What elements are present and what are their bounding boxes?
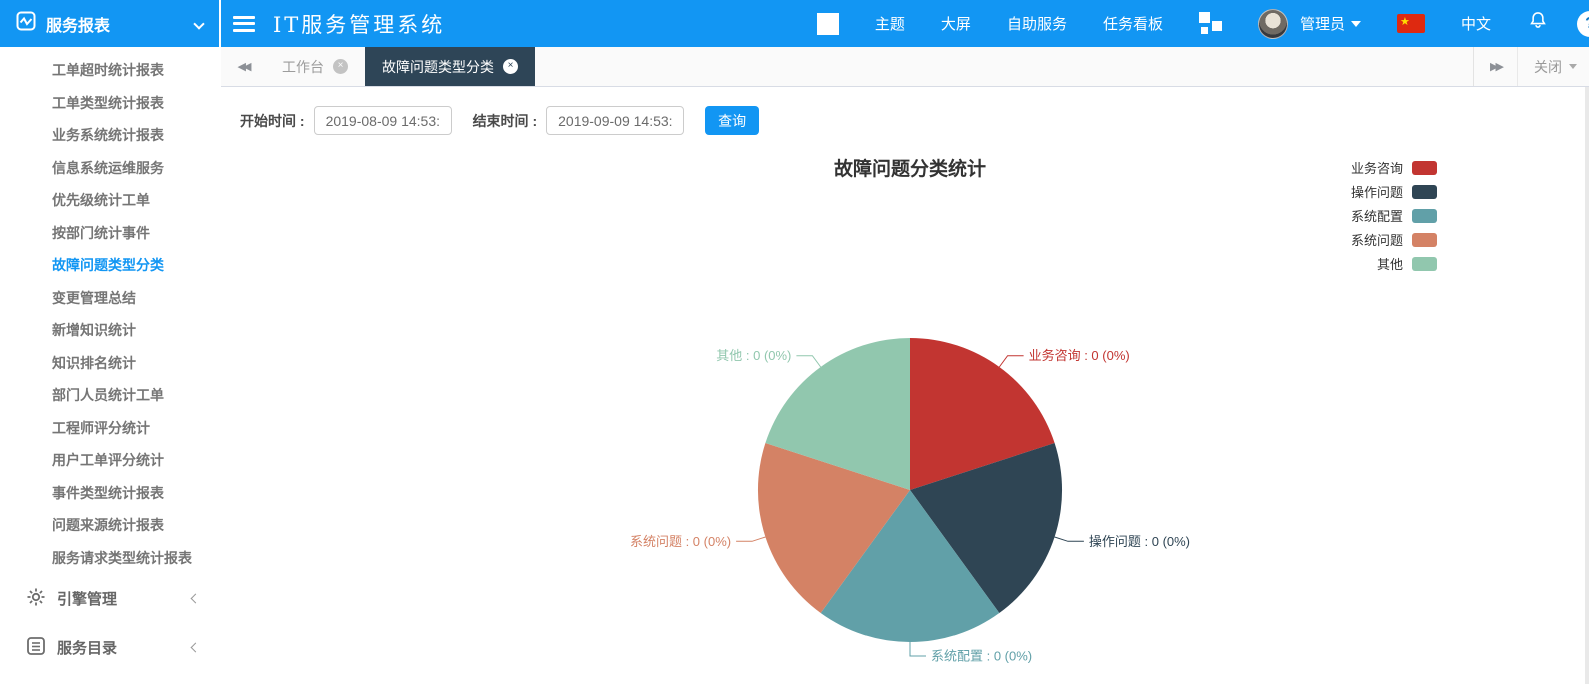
hamburger-menu-icon[interactable] (233, 16, 255, 32)
sidebar-section-label: 引擎管理 (57, 588, 181, 609)
theme-color-swatch[interactable] (817, 13, 839, 35)
tab-close-icon[interactable]: × (333, 59, 348, 74)
nav-item-bigscreen[interactable]: 大屏 (941, 13, 971, 34)
sidebar-item[interactable]: 服务请求类型统计报表 (0, 542, 219, 575)
sidebar-item[interactable]: 信息系统运维服务 (0, 152, 219, 185)
date-filter-bar: 开始时间 : 结束时间 : 查询 (240, 106, 759, 135)
sidebar-item[interactable]: 工单超时统计报表 (0, 54, 219, 87)
sidebar-item[interactable]: 工单类型统计报表 (0, 87, 219, 120)
pie-label: 系统配置 : 0 (0%) (931, 649, 1032, 664)
sidebar-item[interactable]: 业务系统统计报表 (0, 119, 219, 152)
tab-label: 工作台 (282, 57, 324, 77)
sidebar-item[interactable]: 问题来源统计报表 (0, 509, 219, 542)
tabs-scroll-left-button[interactable]: ◀◀ (221, 47, 265, 86)
pie-label-line (999, 356, 1023, 367)
bell-icon[interactable] (1527, 10, 1549, 37)
end-time-input[interactable] (546, 106, 684, 135)
tab[interactable]: 故障问题类型分类 × (365, 47, 535, 86)
gear-icon (26, 587, 46, 611)
main-area: IT服务管理系统 主题 大屏 自助服务 任务看板 管理员 ★ 中文 ? (221, 0, 1589, 684)
sidebar-item[interactable]: 部门人员统计工单 (0, 379, 219, 412)
sidebar: 服务报表 工单超时统计报表工单类型统计报表业务系统统计报表信息系统运维服务优先级… (0, 0, 219, 684)
pie-label: 其他 : 0 (0%) (716, 348, 791, 363)
content-panel: 开始时间 : 结束时间 : 查询 故障问题分类统计 业务咨询操作问题系统配置系统… (221, 87, 1589, 684)
sidebar-item[interactable]: 优先级统计工单 (0, 184, 219, 217)
app-window: 服务报表 工单超时统计报表工单类型统计报表业务系统统计报表信息系统运维服务优先级… (0, 0, 1589, 684)
pie-label: 操作问题 : 0 (0%) (1089, 534, 1190, 549)
nav-item-taskboard[interactable]: 任务看板 (1103, 13, 1163, 34)
sidebar-item[interactable]: 知识排名统计 (0, 347, 219, 380)
tabs-scroll-right-button[interactable]: ▶▶ (1473, 47, 1517, 86)
report-chart-icon (16, 11, 36, 36)
caret-down-icon (1351, 21, 1361, 27)
nav-item-theme[interactable]: 主题 (875, 13, 905, 34)
start-time-input[interactable] (314, 106, 452, 135)
sidebar-item[interactable]: 用户工单评分统计 (0, 444, 219, 477)
search-button[interactable]: 查询 (705, 106, 759, 135)
help-icon[interactable]: ? (1577, 11, 1589, 37)
start-time-label: 开始时间 : (240, 111, 305, 131)
sidebar-section-engine[interactable]: 引擎管理 (0, 574, 219, 623)
sidebar-section-label: 服务目录 (57, 637, 181, 658)
sidebar-menu: 工单超时统计报表工单类型统计报表业务系统统计报表信息系统运维服务优先级统计工单按… (0, 47, 219, 574)
pie-label: 业务咨询 : 0 (0%) (1029, 348, 1130, 363)
sidebar-header-label: 服务报表 (46, 12, 185, 36)
chevron-left-icon (191, 594, 201, 604)
close-tabs-button[interactable]: 关闭 (1517, 47, 1589, 86)
language-switcher[interactable]: 中文 (1461, 13, 1491, 34)
tab-close-icon[interactable]: × (503, 59, 518, 74)
avatar[interactable] (1258, 9, 1288, 39)
tab-label: 故障问题类型分类 (382, 57, 494, 77)
tab[interactable]: 工作台 × (265, 47, 365, 86)
china-flag-icon: ★ (1397, 14, 1425, 33)
pie-label-line (796, 356, 820, 367)
pie-label: 系统问题 : 0 (0%) (630, 534, 731, 549)
sidebar-item[interactable]: 故障问题类型分类 (0, 249, 219, 282)
user-name: 管理员 (1300, 13, 1345, 34)
apps-grid-icon[interactable] (1199, 12, 1222, 35)
chevron-down-icon[interactable] (193, 18, 204, 29)
navbar-right: 主题 大屏 自助服务 任务看板 管理员 ★ 中文 ? (817, 9, 1589, 39)
tab-bar: ◀◀ 工作台 × 故障问题类型分类 × ▶▶ 关闭 (221, 47, 1589, 87)
pie-chart: 业务咨询 : 0 (0%) 操作问题 : 0 (0%) 系统配置 : 0 (0%) 系… (221, 87, 1589, 683)
sidebar-item[interactable]: 事件类型统计报表 (0, 477, 219, 510)
sidebar-header[interactable]: 服务报表 (0, 0, 219, 47)
pie-label-line (910, 642, 926, 656)
close-tabs-label: 关闭 (1534, 57, 1562, 77)
sidebar-item[interactable]: 新增知识统计 (0, 314, 219, 347)
top-navbar: IT服务管理系统 主题 大屏 自助服务 任务看板 管理员 ★ 中文 ? (221, 0, 1589, 47)
sidebar-item[interactable]: 工程师评分统计 (0, 412, 219, 445)
chevron-left-icon (191, 643, 201, 653)
catalog-icon (26, 636, 46, 660)
sidebar-section-catalog[interactable]: 服务目录 (0, 623, 219, 672)
user-dropdown[interactable]: 管理员 (1300, 13, 1361, 34)
caret-down-icon (1569, 64, 1577, 69)
tabs-list: 工作台 × 故障问题类型分类 × (265, 47, 1473, 86)
app-title: IT服务管理系统 (273, 9, 445, 39)
scrollbar-track[interactable] (1585, 87, 1589, 684)
pie-label-line (1055, 537, 1084, 541)
sidebar-item[interactable]: 按部门统计事件 (0, 217, 219, 250)
pie-label-line (736, 537, 765, 541)
sidebar-item[interactable]: 变更管理总结 (0, 282, 219, 315)
nav-item-selfservice[interactable]: 自助服务 (1007, 13, 1067, 34)
end-time-label: 结束时间 : (473, 111, 538, 131)
